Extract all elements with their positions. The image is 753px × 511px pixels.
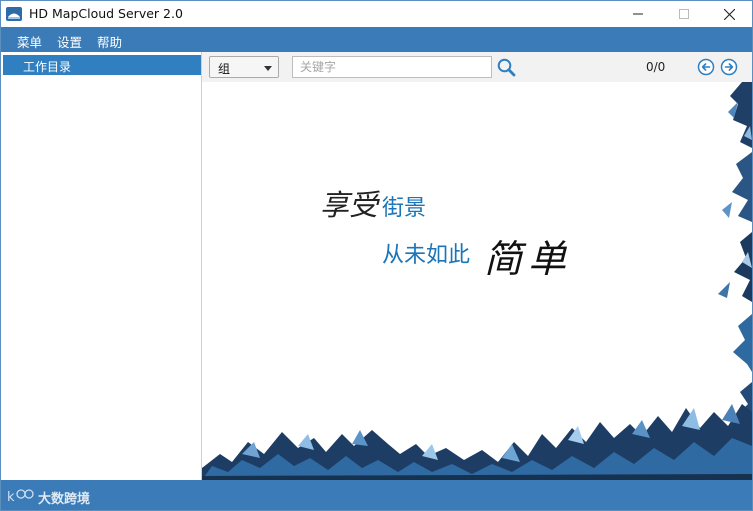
minimize-icon xyxy=(633,13,643,15)
slogan-script-enjoy: 享受 xyxy=(320,188,379,222)
group-dropdown-value: 组 xyxy=(218,62,231,76)
slogan-highlight-never-so: 从未如此 xyxy=(382,242,471,267)
group-dropdown[interactable]: 组 xyxy=(209,56,279,78)
next-button[interactable] xyxy=(720,58,738,76)
app-window: HD MapCloud Server 2.0 菜单 设置 帮助 工作目录 组 关… xyxy=(0,0,753,511)
search-icon xyxy=(497,58,516,77)
close-button[interactable] xyxy=(706,1,752,27)
tree-item-label: 工作目录 xyxy=(23,60,72,74)
ice-splash-artwork xyxy=(202,82,752,480)
app-logo-icon xyxy=(5,5,23,23)
slogan-script-simple: 简单 xyxy=(484,237,573,281)
toolbar: 组 0/0 xyxy=(202,52,752,82)
chevron-down-icon xyxy=(264,66,272,71)
slogan-highlight-streetview: 街景 xyxy=(382,195,427,220)
svg-text:k: k xyxy=(7,490,15,505)
minimize-button[interactable] xyxy=(615,1,661,27)
keyword-search-input[interactable] xyxy=(292,56,492,78)
arrow-left-circle-icon xyxy=(697,58,715,76)
arrow-right-circle-icon xyxy=(720,58,738,76)
menu-item-help[interactable]: 帮助 xyxy=(97,32,122,51)
result-counter: 0/0 xyxy=(646,60,666,74)
search-button[interactable] xyxy=(496,57,518,79)
menu-bar: 菜单 设置 帮助 xyxy=(1,27,752,52)
menu-item-menu[interactable]: 菜单 xyxy=(17,32,42,51)
brand-logo-icon: k xyxy=(7,487,37,505)
status-bar: k 大数跨境 xyxy=(1,480,752,510)
tree-item-work-directory[interactable]: 工作目录 xyxy=(3,55,201,75)
previous-button[interactable] xyxy=(697,58,715,76)
splash-banner: 享受 街景 从未如此 简单 xyxy=(202,82,752,480)
brand-text: 大数跨境 xyxy=(38,492,91,507)
window-title: HD MapCloud Server 2.0 xyxy=(29,6,183,21)
maximize-button[interactable] xyxy=(661,1,707,27)
maximize-icon xyxy=(679,9,689,19)
directory-tree-panel: 工作目录 xyxy=(1,52,202,480)
title-bar: HD MapCloud Server 2.0 xyxy=(1,1,752,27)
menu-item-settings[interactable]: 设置 xyxy=(57,32,82,51)
close-icon xyxy=(723,8,735,20)
